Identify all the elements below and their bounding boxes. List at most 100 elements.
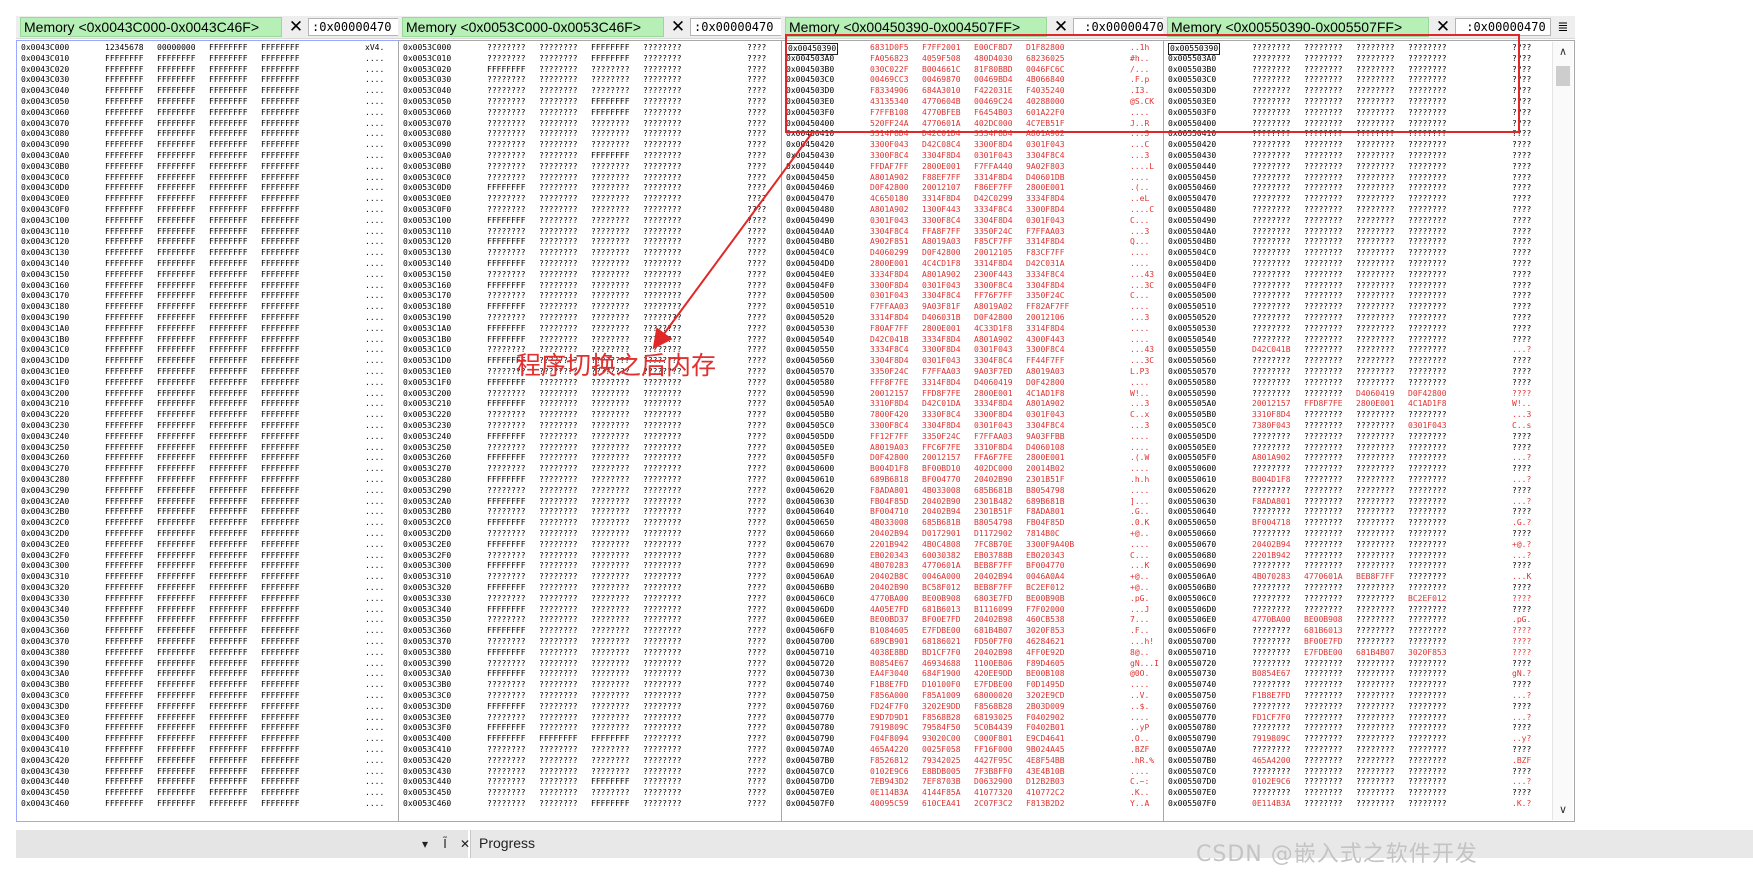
memory-row[interactable]: 0x00450730 EA4F3040 684F1900 420EE9DD BE00B1…: [786, 669, 1156, 679]
memory-word[interactable]: 3350F24C: [1026, 291, 1065, 301]
memory-word[interactable]: FFFFFFFF: [157, 464, 196, 474]
memory-word[interactable]: ????????: [1252, 626, 1291, 636]
memory-word[interactable]: F85CF7FF: [974, 237, 1013, 247]
memory-word[interactable]: ????????: [591, 529, 630, 539]
memory-word[interactable]: ????????: [1408, 227, 1447, 237]
memory-word[interactable]: ????????: [487, 86, 526, 96]
memory-word[interactable]: ????????: [539, 464, 578, 474]
memory-word[interactable]: BC58F012: [922, 583, 961, 593]
memory-word[interactable]: FFFFFFFF: [105, 259, 144, 269]
memory-word[interactable]: ????????: [1304, 162, 1343, 172]
memory-row[interactable]: 0x0053C0E0??????????????????????????????…: [403, 194, 773, 204]
memory-word[interactable]: D42C08C4: [922, 140, 961, 150]
memory-word[interactable]: D406031B: [922, 313, 961, 323]
memory-row[interactable]: 0x00450590 20012157 FFD8F7FE 2800E001 4C1AD1…: [786, 389, 1156, 399]
memory-word[interactable]: 7380F043: [1252, 421, 1291, 431]
memory-row[interactable]: 0x005503B0??????????????????????????????…: [1168, 65, 1538, 75]
memory-row[interactable]: 0x0053C110??????????????????????????????…: [403, 227, 773, 237]
close-icon[interactable]: ✕: [668, 16, 688, 38]
memory-word[interactable]: ????????: [1304, 119, 1343, 129]
memory-word[interactable]: 030C022F: [870, 65, 909, 75]
memory-word[interactable]: ????????: [1356, 421, 1395, 431]
memory-word[interactable]: FFFFFFFF: [261, 183, 300, 193]
memory-word[interactable]: ????????: [1356, 65, 1395, 75]
memory-word[interactable]: 68000020: [974, 691, 1013, 701]
memory-word[interactable]: 93020C00: [922, 734, 961, 744]
memory-word[interactable]: ????????: [1356, 561, 1395, 571]
memory-word[interactable]: ????????: [1304, 227, 1343, 237]
memory-word[interactable]: 3202E9CD: [1026, 691, 1065, 701]
memory-word[interactable]: FFFFFFFF: [105, 680, 144, 690]
memory-word[interactable]: FFFFFFFF: [157, 799, 196, 809]
memory-word[interactable]: 20402B94: [974, 572, 1013, 582]
memory-word[interactable]: ????????: [1252, 86, 1291, 96]
memory-word[interactable]: FFFFFFFF: [157, 421, 196, 431]
memory-word[interactable]: FFFFFFFF: [487, 216, 526, 226]
memory-word[interactable]: F8ADA801: [870, 486, 909, 496]
memory-word[interactable]: FFFFFFFF: [209, 335, 248, 345]
memory-row[interactable]: 0x00550590???????????????? D4060419 D0F428…: [1168, 389, 1538, 399]
memory-word[interactable]: FFFFFFFF: [209, 248, 248, 258]
memory-word[interactable]: 3314F8D4: [974, 259, 1013, 269]
memory-row[interactable]: 0x00550700???????? BF00E7FD??????????????…: [1168, 637, 1538, 647]
memory-word[interactable]: ????????: [487, 572, 526, 582]
memory-word[interactable]: ????????: [1356, 108, 1395, 118]
memory-row[interactable]: 0x0043C450 FFFFFFFF FFFFFFFF FFFFFFFF FFFFFF…: [21, 788, 391, 798]
memory-row[interactable]: 0x0043C0A0 FFFFFFFF FFFFFFFF FFFFFFFF FFFFFF…: [21, 151, 391, 161]
memory-word[interactable]: FFFFFFFF: [261, 54, 300, 64]
memory-row[interactable]: 0x004504C0 D4060299 D0F42800 20012105 F83CF7…: [786, 248, 1156, 258]
memory-row[interactable]: 0x0053C360 FFFFFFFF??????????????????????…: [403, 626, 773, 636]
memory-word[interactable]: 2B03D009: [1026, 702, 1065, 712]
memory-word[interactable]: ????????: [487, 529, 526, 539]
memory-row[interactable]: 0x00550750 F1B8E7FD??????????????????????…: [1168, 691, 1538, 701]
memory-word[interactable]: ????????: [539, 162, 578, 172]
memory-word[interactable]: FFFFFFFF: [261, 518, 300, 528]
memory-row[interactable]: 0x004505D0 FF12F7FF 3350F24C F7FFAA03 9A03FF…: [786, 432, 1156, 442]
memory-word[interactable]: A801A902: [1252, 453, 1291, 463]
memory-word[interactable]: FFFFFFFF: [157, 659, 196, 669]
memory-word[interactable]: FFF8F7FE: [870, 378, 909, 388]
memory-word[interactable]: 4770601A: [922, 561, 961, 571]
memory-word[interactable]: FFFFFFFF: [261, 529, 300, 539]
memory-word[interactable]: ????????: [1356, 237, 1395, 247]
memory-word[interactable]: FFFFFFFF: [157, 529, 196, 539]
memory-word[interactable]: ????????: [591, 713, 630, 723]
memory-word[interactable]: A801A902: [1026, 129, 1065, 139]
memory-word[interactable]: 43E4B10B: [1026, 767, 1065, 777]
memory-row[interactable]: 0x004505F0 D0F42800 20012157 FFA6F7FE 2800E0…: [786, 453, 1156, 463]
memory-word[interactable]: 3314F8D4: [922, 194, 961, 204]
memory-word[interactable]: ????????: [539, 432, 578, 442]
memory-word[interactable]: FFFFFFFF: [157, 605, 196, 615]
memory-word[interactable]: 3020F853: [1026, 626, 1065, 636]
memory-word[interactable]: FFFFFFFF: [157, 540, 196, 550]
memory-word[interactable]: ????????: [591, 302, 630, 312]
memory-word[interactable]: FFFFFFFF: [157, 691, 196, 701]
memory-word[interactable]: ????????: [643, 605, 682, 615]
memory-word[interactable]: ????????: [1408, 205, 1447, 215]
memory-word[interactable]: FFFFFFFF: [105, 713, 144, 723]
memory-word[interactable]: FFFFFFFF: [105, 583, 144, 593]
memory-row[interactable]: 0x00550410??????????????????????????????…: [1168, 129, 1538, 139]
memory-row[interactable]: 0x0043C120 FFFFFFFF FFFFFFFF FFFFFFFF FFFFFF…: [21, 237, 391, 247]
memory-word[interactable]: FFFFFFFF: [209, 561, 248, 571]
memory-row[interactable]: 0x0053C2C0 FFFFFFFF??????????????????????…: [403, 518, 773, 528]
memory-word[interactable]: ????????: [1356, 432, 1395, 442]
address-length-field[interactable]: [690, 18, 786, 36]
memory-word[interactable]: ????????: [1356, 335, 1395, 345]
memory-word[interactable]: ????????: [1304, 475, 1343, 485]
memory-word[interactable]: BE00B908: [1304, 615, 1343, 625]
memory-word[interactable]: ????????: [539, 572, 578, 582]
memory-word[interactable]: FFFFFFFF: [261, 615, 300, 625]
memory-view[interactable]: 0x0053C000???????????????? FFFFFFFF??????…: [398, 40, 810, 822]
memory-word[interactable]: B1116099: [974, 605, 1013, 615]
memory-word[interactable]: ????????: [1408, 151, 1447, 161]
memory-word[interactable]: FFFFFFFF: [261, 237, 300, 247]
scroll-up-icon[interactable]: ∧: [1553, 42, 1573, 62]
memory-row[interactable]: 0x0053C380 FFFFFFFF??????????????????????…: [403, 648, 773, 658]
memory-word[interactable]: ????????: [591, 464, 630, 474]
memory-word[interactable]: 3300F8D4: [922, 345, 961, 355]
memory-row[interactable]: 0x00550740??????????????????????????????…: [1168, 680, 1538, 690]
memory-word[interactable]: ????????: [591, 313, 630, 323]
address-length-field[interactable]: [1455, 18, 1551, 36]
memory-row[interactable]: 0x0043C1F0 FFFFFFFF FFFFFFFF FFFFFFFF FFFFFF…: [21, 378, 391, 388]
